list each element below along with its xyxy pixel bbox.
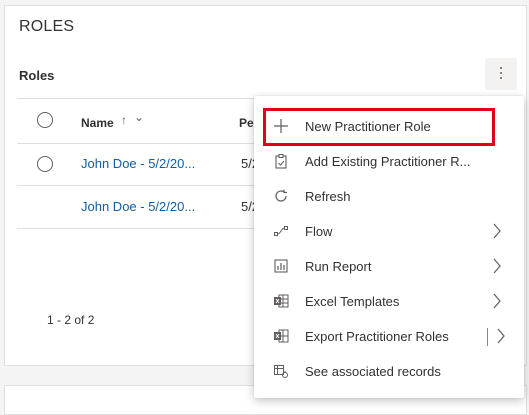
menu-item-run-report[interactable]: Run Report xyxy=(254,249,524,284)
associated-records-icon xyxy=(272,363,290,381)
menu-item-label: Excel Templates xyxy=(305,294,400,309)
flow-icon xyxy=(272,223,290,241)
chevron-right-icon[interactable] xyxy=(496,327,506,345)
menu-item-add-existing[interactable]: Add Existing Practitioner R... xyxy=(254,144,524,179)
menu-item-label: Export Practitioner Roles xyxy=(305,329,449,344)
sort-ascending-icon: ↑ xyxy=(121,113,127,127)
menu-item-label: Refresh xyxy=(305,189,351,204)
menu-item-see-associated-records[interactable]: See associated records xyxy=(254,354,524,389)
menu-item-excel-templates[interactable]: Excel Templates xyxy=(254,284,524,319)
more-vertical-icon xyxy=(500,67,502,82)
record-link[interactable]: John Doe - 5/2/20... xyxy=(81,199,195,214)
menu-item-export-practitioner-roles[interactable]: Export Practitioner Roles xyxy=(254,319,524,354)
menu-item-label: Run Report xyxy=(305,259,372,274)
menu-item-label: See associated records xyxy=(305,364,441,379)
refresh-icon xyxy=(272,188,290,206)
menu-item-refresh[interactable]: Refresh xyxy=(254,179,524,214)
menu-item-flow[interactable]: Flow xyxy=(254,214,524,249)
excel-icon xyxy=(272,293,290,311)
row-select-checkbox[interactable] xyxy=(37,156,53,172)
split-divider xyxy=(487,328,488,346)
subgrid-title: Roles xyxy=(19,68,55,83)
section-title: ROLES xyxy=(19,18,75,35)
clipboard-icon xyxy=(272,153,290,171)
export-excel-icon xyxy=(272,328,290,346)
menu-item-label: Flow xyxy=(305,224,333,239)
chevron-right-icon xyxy=(493,293,501,309)
more-commands-button[interactable] xyxy=(485,58,517,90)
highlight-annotation xyxy=(263,108,495,146)
chevron-right-icon xyxy=(493,223,501,239)
chevron-down-icon[interactable]: ⌄ xyxy=(134,110,144,124)
select-all-checkbox[interactable] xyxy=(37,112,53,128)
record-link[interactable]: John Doe - 5/2/20... xyxy=(81,156,195,171)
column-header-name[interactable]: Name xyxy=(81,116,114,130)
pagination-status: 1 - 2 of 2 xyxy=(47,313,95,327)
report-icon xyxy=(272,258,290,276)
menu-item-label: Add Existing Practitioner R... xyxy=(305,154,471,169)
chevron-right-icon xyxy=(493,258,501,274)
